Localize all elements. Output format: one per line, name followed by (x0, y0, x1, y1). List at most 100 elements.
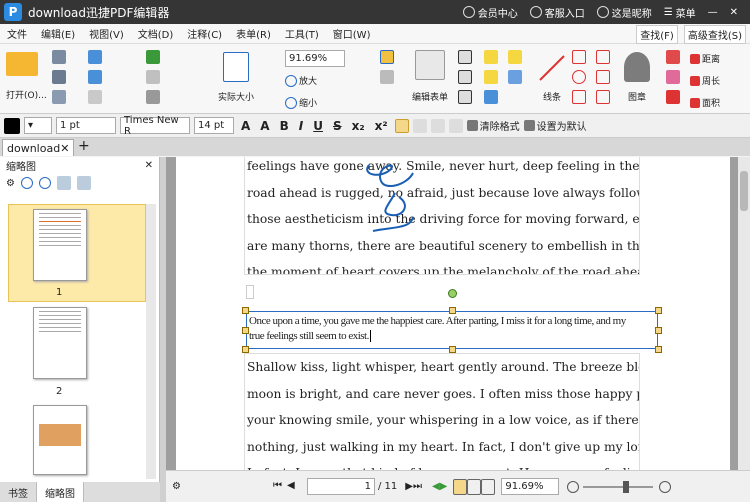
text-field-icon[interactable] (458, 50, 472, 64)
bold-icon[interactable]: B (277, 119, 292, 133)
thumb-zoom-in-icon[interactable] (20, 177, 33, 189)
thumbnail-scrollbar[interactable] (146, 204, 156, 479)
font-select[interactable]: Times New R (120, 115, 190, 137)
menu-view[interactable]: 视图(V) (82, 26, 131, 41)
zoom-out-button[interactable]: 缩小 (285, 96, 317, 109)
ellipse-icon[interactable] (572, 70, 586, 84)
rectangle-icon[interactable] (572, 90, 586, 104)
resize-handle-r[interactable] (655, 327, 662, 334)
color-swatch[interactable] (4, 117, 20, 134)
open-button[interactable]: 打开(O)... (6, 52, 47, 101)
prev-page-icon[interactable]: ◀ (287, 480, 301, 494)
print-icon[interactable] (52, 70, 66, 84)
resize-handle-bl[interactable] (242, 346, 249, 353)
perimeter-button[interactable]: 周长 (690, 74, 720, 87)
support-button[interactable]: 客服入口 (529, 5, 585, 20)
checkbox-field-icon[interactable] (458, 70, 472, 84)
menu-window[interactable]: 窗口(W) (326, 26, 378, 41)
page-number-input[interactable]: 1 (306, 478, 375, 495)
underline-icon[interactable]: U (310, 119, 326, 133)
distance-button[interactable]: 距离 (690, 52, 720, 65)
close-button[interactable]: ✕ (730, 7, 738, 18)
text-block-bottom[interactable]: Shallow kiss, light whisper, heart gentl… (244, 353, 640, 470)
list-field-icon[interactable] (458, 90, 472, 104)
close-tab-icon[interactable]: ✕ (60, 142, 69, 155)
arrow-icon[interactable] (572, 50, 586, 64)
attach-icon[interactable] (508, 70, 522, 84)
strikethrough-icon[interactable]: S (330, 119, 345, 133)
align-right-icon[interactable] (430, 118, 445, 133)
menu-tools[interactable]: 工具(T) (278, 26, 326, 41)
textbox-icon[interactable] (484, 70, 498, 84)
pencil-icon[interactable] (666, 90, 680, 104)
ink-annotation[interactable] (351, 157, 441, 242)
resize-handle-tr[interactable] (655, 307, 662, 314)
line-button[interactable]: 线条 (538, 54, 566, 103)
status-settings-icon[interactable]: ⚙ (172, 481, 181, 492)
cloud-icon[interactable] (596, 70, 610, 84)
zoom-select[interactable]: 91.69% (285, 50, 345, 67)
subscript-icon[interactable]: x₂ (349, 119, 368, 133)
align-center-icon[interactable] (412, 118, 427, 133)
edit-form-button[interactable]: 编辑表单 (412, 50, 448, 103)
justify-icon[interactable] (448, 118, 463, 133)
status-zoom-select[interactable]: 91.69% (501, 478, 560, 495)
actual-size-button[interactable]: 实际大小 (218, 52, 254, 103)
italic-icon[interactable]: I (296, 119, 306, 133)
menu-document[interactable]: 文档(D) (131, 26, 181, 41)
minimize-button[interactable]: — (708, 7, 718, 18)
thumbnail-page-3[interactable] (33, 405, 87, 475)
resize-handle-br[interactable] (655, 346, 662, 353)
last-page-icon[interactable]: ⏭ (413, 481, 422, 492)
clear-format-button[interactable]: 清除格式 (466, 118, 520, 133)
select-icon[interactable] (146, 90, 160, 104)
user-button[interactable]: 这是昵称 (596, 5, 652, 20)
panel-close-icon[interactable]: ✕ (145, 160, 153, 171)
thumbnails-tab[interactable]: 缩略图 (37, 482, 84, 502)
menu-comment[interactable]: 注释(C) (180, 26, 229, 41)
resize-handle-b[interactable] (449, 346, 456, 353)
stamp-button[interactable]: 图章 (624, 52, 650, 103)
fill-select[interactable]: ▾ (24, 117, 52, 134)
set-default-button[interactable]: 设置为默认 (523, 118, 587, 133)
eraser-icon[interactable] (666, 50, 680, 64)
increase-font-icon[interactable]: A (238, 119, 253, 133)
zoom-slider-thumb[interactable] (623, 480, 630, 493)
area-button[interactable]: 面积 (690, 96, 720, 109)
forward-view-icon[interactable]: ▶ (440, 481, 448, 492)
member-center-button[interactable]: 会员中心 (462, 5, 518, 20)
undo-icon[interactable] (88, 50, 102, 64)
text-block-top[interactable]: feelings have gone away. Smile, never hu… (244, 157, 640, 275)
thumbnail-page-2[interactable] (33, 307, 87, 379)
superscript-icon[interactable]: x² (372, 119, 391, 133)
document-scrollbar[interactable] (738, 157, 750, 470)
first-page-icon[interactable]: ⏮ (273, 480, 287, 494)
document-tab[interactable]: download ✕ (2, 139, 74, 156)
edit-text-box[interactable]: Once upon a time, you gave me the happie… (242, 289, 662, 353)
menu-edit[interactable]: 编辑(E) (34, 26, 82, 41)
line-width-select[interactable]: 1 pt (56, 117, 116, 134)
zoom-in-button[interactable]: 放大 (285, 74, 317, 87)
single-page-icon[interactable] (453, 478, 468, 495)
status-zoom-in-icon[interactable] (659, 480, 672, 493)
align-left-icon[interactable] (394, 118, 409, 133)
menu-form[interactable]: 表单(R) (229, 26, 278, 41)
back-view-icon[interactable]: ◀ (432, 481, 440, 492)
facing-page-icon[interactable] (481, 478, 496, 495)
copy-icon[interactable] (88, 90, 102, 104)
save-icon[interactable] (52, 50, 66, 64)
highlight-icon[interactable] (666, 70, 680, 84)
font-size-select[interactable]: 14 pt (194, 117, 234, 134)
resize-handle-l[interactable] (242, 327, 249, 334)
thumb-zoom-out-icon[interactable] (38, 177, 51, 189)
settings-icon[interactable]: ⚙ (6, 178, 15, 189)
new-tab-icon[interactable]: + (78, 138, 90, 154)
add-text-icon[interactable] (380, 70, 394, 84)
decrease-font-icon[interactable]: A (257, 119, 272, 133)
hand-icon[interactable] (146, 70, 160, 84)
note-icon[interactable] (508, 50, 522, 64)
bookmarks-tab[interactable]: 书签 (0, 482, 37, 502)
email-icon[interactable] (52, 90, 66, 104)
zoom-slider[interactable] (583, 480, 654, 493)
rotate-right-icon[interactable] (76, 176, 91, 190)
